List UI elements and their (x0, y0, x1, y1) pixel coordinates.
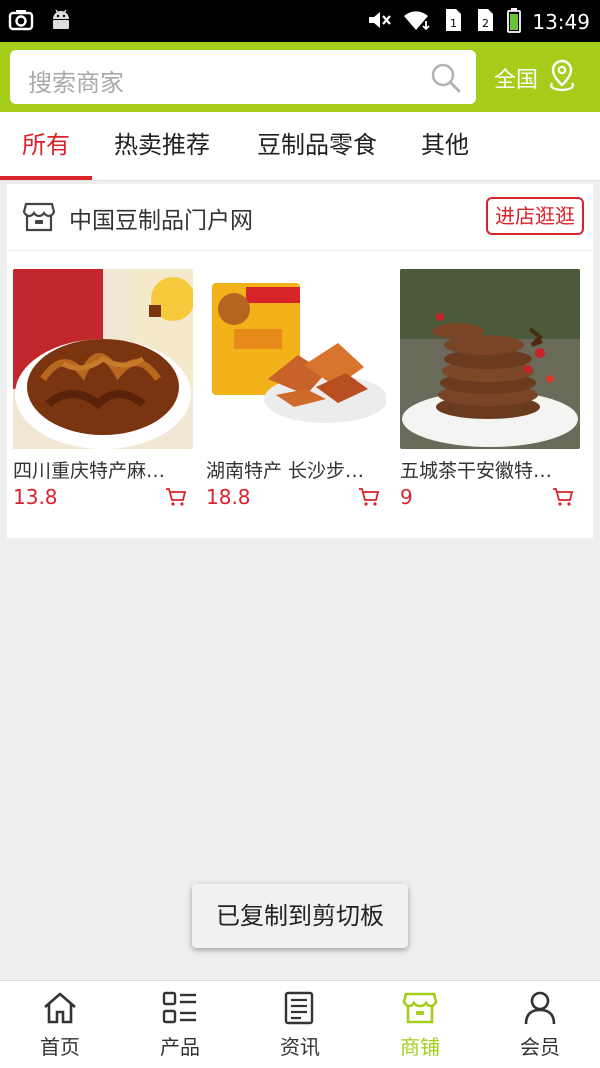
sim1-icon: 1 (442, 7, 464, 37)
home-icon (42, 991, 78, 1029)
tab-other[interactable]: 其他 (408, 112, 482, 180)
tab-bean-snacks[interactable]: 豆制品零食 (244, 112, 390, 180)
location-pin-icon (546, 58, 578, 98)
shop-name: 中国豆制品门户网 (69, 208, 253, 234)
nav-news[interactable]: 资讯 (240, 981, 360, 1068)
shop-card: 中国豆制品门户网 进店逛逛 四川重庆特产麻… 13.8 湖南特产 长沙步… 18… (7, 184, 593, 538)
enter-shop-button[interactable]: 进店逛逛 (486, 197, 584, 235)
product-name: 四川重庆特产麻… (13, 460, 166, 482)
product-image[interactable] (400, 269, 580, 449)
store-icon (22, 200, 56, 238)
active-tab-indicator (0, 176, 92, 180)
search-input[interactable]: 搜索商家 (10, 50, 476, 104)
product-image[interactable] (206, 269, 386, 449)
tab-all[interactable]: 所有 (0, 112, 92, 180)
mute-icon (366, 7, 392, 37)
region-selector[interactable]: 全国 (494, 58, 578, 98)
user-icon (522, 991, 558, 1029)
bottom-nav: 首页 产品 资讯 商铺 会员 (0, 980, 600, 1068)
battery-icon (506, 7, 522, 37)
status-time: 13:49 (532, 10, 590, 34)
tab-hot-recommend[interactable]: 热卖推荐 (102, 112, 222, 180)
nav-member[interactable]: 会员 (480, 981, 600, 1068)
product-name: 五城茶干安徽特… (400, 460, 553, 482)
search-placeholder: 搜索商家 (28, 69, 124, 97)
shop-header[interactable]: 中国豆制品门户网 进店逛逛 (7, 184, 593, 251)
grid-list-icon (162, 991, 198, 1029)
product-item[interactable]: 五城茶干安徽特… 9 (400, 269, 580, 509)
wifi-icon (402, 7, 432, 37)
android-icon (48, 7, 74, 37)
nav-home[interactable]: 首页 (0, 981, 120, 1068)
product-image[interactable] (13, 269, 193, 449)
svg-text:2: 2 (482, 17, 489, 30)
svg-text:1: 1 (450, 17, 457, 30)
cart-icon[interactable] (552, 486, 574, 512)
screenshot-icon (8, 7, 34, 37)
shop-icon (402, 991, 438, 1029)
nav-products[interactable]: 产品 (120, 981, 240, 1068)
nav-label: 商铺 (400, 1035, 440, 1059)
sim2-icon: 2 (474, 7, 496, 37)
nav-label: 产品 (160, 1035, 200, 1059)
cart-icon[interactable] (165, 486, 187, 512)
search-header: 搜索商家 全国 (0, 42, 600, 112)
product-item[interactable]: 湖南特产 长沙步… 18.8 (206, 269, 386, 509)
news-icon (282, 991, 318, 1029)
search-icon[interactable] (430, 62, 462, 98)
copied-toast: 已复制到剪切板 (192, 884, 408, 948)
product-list: 四川重庆特产麻… 13.8 湖南特产 长沙步… 18.8 五城茶干安徽特… 9 (7, 269, 593, 519)
nav-label: 会员 (520, 1035, 560, 1059)
nav-label: 首页 (40, 1035, 80, 1059)
region-label: 全国 (494, 68, 539, 93)
product-name: 湖南特产 长沙步… (206, 460, 365, 482)
nav-shops[interactable]: 商铺 (360, 981, 480, 1068)
product-item[interactable]: 四川重庆特产麻… 13.8 (13, 269, 193, 509)
category-tabs: 所有 热卖推荐 豆制品零食 其他 (0, 112, 600, 181)
status-bar: 1 2 13:49 (0, 0, 600, 42)
cart-icon[interactable] (358, 486, 380, 512)
nav-label: 资讯 (280, 1035, 320, 1059)
